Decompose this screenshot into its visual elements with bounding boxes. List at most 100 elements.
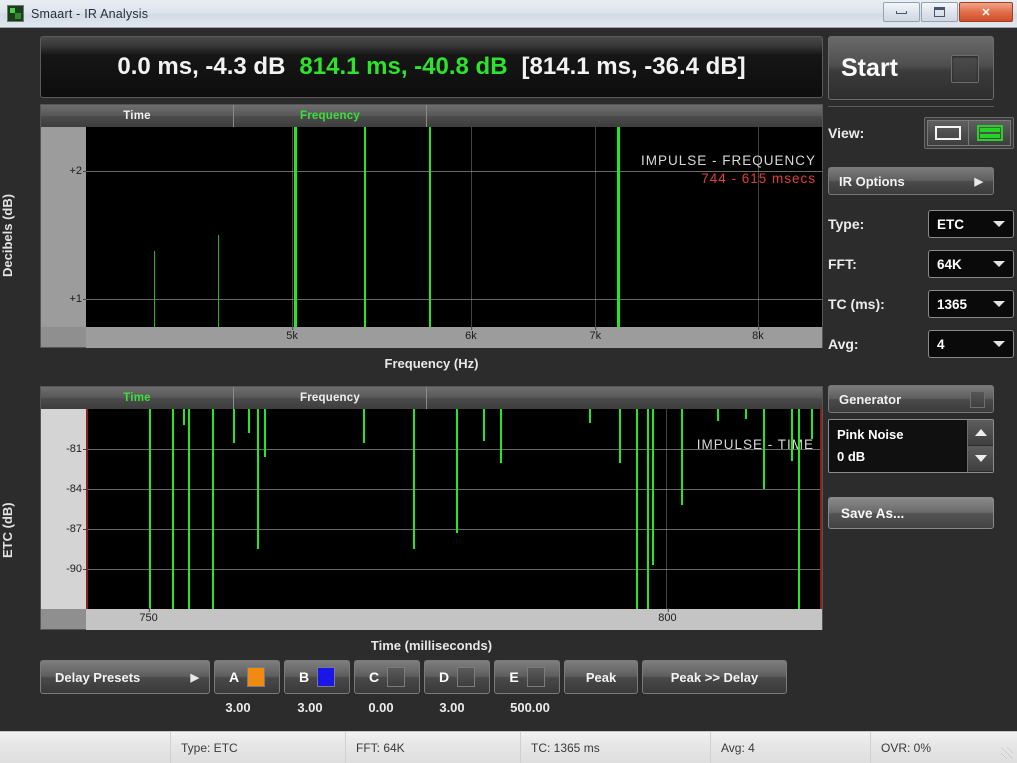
- y-tick-label: -84: [66, 483, 89, 495]
- preset-color-chip-d[interactable]: [457, 667, 476, 687]
- preset-color-chip-e[interactable]: [526, 667, 545, 687]
- x-tick-label: 750: [139, 608, 158, 624]
- view-mode-group: [924, 117, 1014, 149]
- bottom-graph-plot[interactable]: IMPULSE - TIME: [86, 409, 822, 609]
- preset-value-c: 0.00: [368, 700, 394, 715]
- field-label: FFT:: [828, 256, 857, 272]
- status-cell-0: Type: ETC: [170, 732, 345, 763]
- minimize-icon: [896, 10, 907, 14]
- ir-options-label: IR Options: [839, 173, 905, 189]
- combo-avg[interactable]: 4: [928, 330, 1014, 358]
- bottom-tab-frequency[interactable]: Frequency: [234, 387, 427, 409]
- top-tab-frequency[interactable]: Frequency: [234, 105, 427, 127]
- bottom-plot-area: -81 -84 -87 -90 IMPULSE - TIME: [41, 409, 822, 609]
- gridline-horizontal: [88, 569, 820, 570]
- resize-grip-icon[interactable]: [1001, 747, 1013, 759]
- readout-bracket: [814.1 ms, -36.4 dB]: [521, 53, 746, 80]
- delay-button-row: Delay Presets ▶ A B C D E Peak Peak >> Delay: [40, 660, 830, 694]
- single-pane-icon[interactable]: [927, 120, 969, 146]
- field-row-type: Type: ETC: [828, 207, 1014, 241]
- data-spike: [617, 127, 621, 327]
- data-spike: [364, 127, 367, 327]
- peak-to-delay-button[interactable]: Peak >> Delay: [642, 660, 787, 694]
- chevron-down-icon: [993, 301, 1005, 307]
- bottom-graph-x-axis-title: Time (milliseconds): [370, 638, 493, 653]
- field-label: Avg:: [828, 336, 859, 352]
- delay-presets-button[interactable]: Delay Presets ▶: [40, 660, 210, 694]
- data-spike: [790, 409, 793, 461]
- top-graph-plot[interactable]: IMPULSE - FREQUENCY 744 - 615 msecs: [86, 127, 822, 327]
- preset-button-c[interactable]: C: [354, 660, 420, 694]
- data-spike: [218, 235, 220, 327]
- combo-value: 64K: [937, 256, 962, 272]
- top-tab-blank[interactable]: [427, 105, 822, 127]
- preset-value-e: 500.00: [510, 700, 550, 715]
- maximize-button[interactable]: [921, 2, 958, 22]
- ir-settings-fields: Type: ETC FFT: 64K TC (ms): 1365 Avg: 4: [828, 207, 1014, 361]
- bottom-tab-time[interactable]: Time: [41, 387, 234, 409]
- data-spike: [456, 409, 459, 533]
- triangle-down-icon: [974, 455, 987, 462]
- x-tick-label: 5k: [286, 326, 298, 342]
- combo-type[interactable]: ETC: [928, 210, 1014, 238]
- preset-button-a[interactable]: A: [214, 660, 280, 694]
- bottom-tab-blank[interactable]: [427, 387, 822, 409]
- preset-button-b[interactable]: B: [284, 660, 350, 694]
- data-spike: [635, 409, 638, 609]
- dual-pane-icon[interactable]: [969, 120, 1011, 146]
- start-button[interactable]: Start: [828, 36, 994, 100]
- data-spike: [651, 409, 654, 565]
- data-spike: [745, 409, 748, 419]
- y-tick-label: -81: [66, 443, 89, 455]
- field-row-avg: Avg: 4: [828, 327, 1014, 361]
- top-graph-y-axis: +2 +1: [41, 127, 89, 327]
- save-as-button[interactable]: Save As...: [828, 497, 994, 529]
- preset-color-chip-c[interactable]: [387, 667, 406, 687]
- generator-level-up-button[interactable]: [968, 420, 993, 446]
- preset-color-chip-b[interactable]: [317, 667, 336, 687]
- generator-level-value: 0 dB: [837, 449, 866, 464]
- combo-tcms[interactable]: 1365: [928, 290, 1014, 318]
- gridline-vertical: [666, 409, 668, 609]
- minimize-button[interactable]: [883, 2, 920, 22]
- gridline-horizontal: [88, 449, 820, 450]
- chevron-right-icon: ▶: [190, 671, 199, 684]
- smaart-ir-analysis-window: Smaart - IR Analysis ✕ 0.0 ms, -4.3 dB 8…: [0, 0, 1017, 763]
- data-spike: [149, 409, 152, 609]
- window-title: Smaart - IR Analysis: [31, 6, 149, 21]
- preset-button-d[interactable]: D: [424, 660, 490, 694]
- field-row-tcms: TC (ms): 1365: [828, 287, 1014, 321]
- delay-presets-label: Delay Presets: [55, 669, 141, 685]
- peak-button[interactable]: Peak: [564, 660, 638, 694]
- preset-color-chip-a[interactable]: [247, 667, 266, 687]
- generator-box: Pink Noise 0 dB: [828, 419, 994, 473]
- chevron-down-icon: [993, 261, 1005, 267]
- x-tick-label: 6k: [465, 326, 477, 342]
- start-indicator-led: [951, 55, 979, 83]
- generator-spinner: [967, 420, 993, 472]
- combo-fft[interactable]: 64K: [928, 250, 1014, 278]
- field-label: Type:: [828, 216, 865, 232]
- data-spike: [680, 409, 683, 505]
- preset-value-b: 3.00: [297, 700, 323, 715]
- view-row: View:: [828, 117, 1014, 149]
- generator-label: Generator: [839, 391, 902, 407]
- generator-readout[interactable]: Pink Noise 0 dB: [829, 420, 967, 472]
- top-tab-time[interactable]: Time: [41, 105, 234, 127]
- y-tick-label: -87: [66, 523, 89, 535]
- preset-button-e[interactable]: E: [494, 660, 560, 694]
- preset-buttons-group: A B C D E: [214, 660, 560, 694]
- data-spike: [589, 409, 592, 423]
- field-label: TC (ms):: [828, 296, 885, 312]
- generator-level-down-button[interactable]: [968, 446, 993, 472]
- field-row-fft: FFT: 64K: [828, 247, 1014, 281]
- close-button[interactable]: ✕: [959, 2, 1013, 22]
- y-tick-label: -90: [66, 563, 89, 575]
- status-cell-4: OVR: 0%: [870, 732, 1017, 763]
- data-spike: [428, 127, 431, 327]
- ir-options-button[interactable]: IR Options ▶: [828, 167, 994, 195]
- generator-header[interactable]: Generator: [828, 385, 994, 413]
- data-spike: [413, 409, 415, 549]
- y-tick-label: +2: [69, 165, 89, 177]
- bottom-graph-x-axis: 750 800: [86, 608, 822, 630]
